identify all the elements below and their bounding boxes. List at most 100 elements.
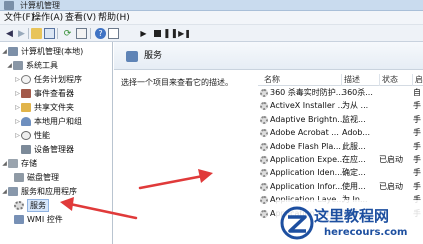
column-status[interactable]: 状态 <box>379 74 398 86</box>
menu-help[interactable]: 帮助(H) <box>98 12 130 24</box>
watermark: 这里教程网 herecours.com <box>276 200 423 244</box>
cell-startup-type: 手 <box>413 168 421 178</box>
cell-name: Application Expe... <box>270 155 345 164</box>
play-icon[interactable]: ▶ <box>138 28 149 39</box>
cell-startup-type: 手 <box>413 114 421 124</box>
watermark-logo-icon <box>280 206 314 240</box>
refresh-icon[interactable]: ⟳ <box>62 28 73 39</box>
service-gear-icon <box>260 129 268 138</box>
tree-item-wmi-control[interactable]: WMI 控件 <box>14 213 63 225</box>
expand-icon[interactable]: ▷ <box>14 132 21 139</box>
export-list-icon[interactable] <box>76 28 87 39</box>
cell-name: Adaptive Brightn... <box>270 114 345 124</box>
tools-icon <box>13 60 23 70</box>
cell-description: 此服... <box>342 141 366 151</box>
cell-status: 已启动 <box>379 155 403 164</box>
stop-icon[interactable] <box>152 28 163 39</box>
back-arrow-icon[interactable]: ◀ <box>4 28 15 39</box>
column-startup-type[interactable]: 启 <box>412 74 423 86</box>
computer-management-icon <box>4 1 14 10</box>
toolbar: ◀ ▶ ⟳ ? ▶ ❚❚ ▶❚ <box>0 25 423 42</box>
tree-item-performance[interactable]: ▷ 性能 <box>14 129 50 141</box>
cell-name: Application Iden... <box>270 168 343 178</box>
column-name[interactable]: 名称 <box>264 74 280 86</box>
device-manager-icon <box>21 144 31 154</box>
service-gear-icon <box>260 169 268 178</box>
service-row[interactable]: Adobe Flash Pla... 此服... 手 <box>258 141 423 153</box>
folder-up-icon[interactable] <box>31 28 42 39</box>
service-row[interactable]: Adaptive Brightn... 监视... 手 <box>258 114 423 126</box>
column-description[interactable]: 描述 <box>341 74 360 86</box>
service-row[interactable]: 360 杀毒实时防护... 360杀... 自 <box>258 87 423 99</box>
restart-icon[interactable]: ▶❚ <box>178 28 191 39</box>
cell-name: Application Infor... <box>270 181 343 191</box>
tree-item-task-scheduler[interactable]: ▷ 任务计划程序 <box>14 73 82 85</box>
computer-management-icon <box>8 46 18 56</box>
console-tree-icon[interactable] <box>44 28 55 39</box>
title-bar: 计算机管理 <box>0 0 423 11</box>
tree-item-disk-management[interactable]: 磁盘管理 <box>14 171 59 183</box>
services-list-header: 名称 描述 状态 启 <box>258 74 423 86</box>
pane-title: 服务 <box>144 51 163 61</box>
shared-folder-icon <box>21 102 31 112</box>
service-gear-icon <box>260 156 268 164</box>
menu-action[interactable]: 操作(A) <box>32 12 63 24</box>
tree-item-shared-folders[interactable]: ▷ 共享文件夹 <box>14 101 74 113</box>
wmi-icon <box>14 214 24 224</box>
service-row[interactable]: Adobe Acrobat ... Adob... 手 <box>258 127 423 139</box>
cell-description: 监视... <box>342 114 366 124</box>
window-title: 计算机管理 <box>20 1 60 10</box>
tree-item-device-manager[interactable]: 设备管理器 <box>21 143 74 155</box>
tree-item-services-and-apps[interactable]: ◢ 服务和应用程序 <box>1 185 77 197</box>
menu-file[interactable]: 文件(F) <box>4 12 34 24</box>
cell-startup-type: 手 <box>413 101 421 111</box>
menu-view[interactable]: 查看(V) <box>65 12 96 24</box>
cell-startup-type: 手 <box>413 141 421 151</box>
toolbar-separator <box>57 28 58 39</box>
tree-item-local-users-groups[interactable]: ▷ 本地用户和组 <box>14 115 82 127</box>
expand-icon[interactable]: ▷ <box>14 104 21 111</box>
cell-description: 360杀... <box>342 88 373 97</box>
cell-name: 360 杀毒实时防护... <box>270 88 344 97</box>
event-viewer-icon <box>21 88 31 98</box>
service-gear-icon <box>260 209 268 218</box>
service-row[interactable]: Application Infor... 使用... 已启动手 <box>258 181 423 193</box>
pane-header: 服务 <box>114 42 423 70</box>
tree-item-event-viewer[interactable]: ▷ 事件查看器 <box>14 87 74 99</box>
cell-description: 使用... <box>342 181 366 191</box>
cell-startup-type: 手 <box>413 128 421 138</box>
tree-item-storage[interactable]: ◢ 存储 <box>1 157 37 169</box>
menu-bar: 文件(F) 操作(A) 查看(V) 帮助(H) <box>0 11 423 25</box>
tree-item-services[interactable]: 服务 <box>14 198 49 212</box>
collapse-icon[interactable]: ◢ <box>1 188 8 195</box>
services-icon <box>14 200 24 210</box>
service-gear-icon <box>260 196 268 205</box>
pause-icon[interactable]: ❚❚ <box>163 28 178 39</box>
console-tree: ◢ 计算机管理(本地) ◢ 系统工具 ▷ 任务计划程序 ▷ 事件查看器 ▷ 共享… <box>0 42 113 244</box>
help-icon[interactable]: ? <box>95 28 106 39</box>
expand-icon[interactable]: ▷ <box>14 90 21 97</box>
collapse-icon[interactable]: ◢ <box>1 48 8 55</box>
watermark-url: herecours.com <box>324 227 408 238</box>
description-text: 选择一个项目来查看它的描述。 <box>121 78 233 87</box>
service-row[interactable]: Application Expe... 在应... 已启动 手 <box>258 154 423 166</box>
service-row[interactable]: ActiveX Installer ... 为从 ... 手 <box>258 100 423 112</box>
service-gear-icon <box>260 182 268 191</box>
watermark-title: 这里教程网 <box>314 207 390 225</box>
forward-arrow-icon[interactable]: ▶ <box>16 28 27 39</box>
toolbar-separator <box>28 28 29 39</box>
clock-icon <box>21 74 31 84</box>
cell-description: Adob... <box>342 128 371 138</box>
properties-icon[interactable] <box>108 28 119 39</box>
collapse-icon[interactable]: ◢ <box>1 160 8 167</box>
tree-item-root[interactable]: ◢ 计算机管理(本地) <box>1 45 83 57</box>
disk-icon <box>14 172 24 182</box>
expand-icon[interactable]: ▷ <box>14 118 21 125</box>
cell-startup-type: 手 <box>413 155 421 164</box>
users-icon <box>21 116 31 126</box>
cell-name: Adobe Acrobat ... <box>270 128 339 138</box>
service-row[interactable]: Application Iden... 确定... 手 <box>258 167 423 179</box>
expand-icon[interactable]: ▷ <box>14 76 21 83</box>
collapse-icon[interactable]: ◢ <box>6 62 13 69</box>
tree-item-system-tools[interactable]: ◢ 系统工具 <box>6 59 58 71</box>
